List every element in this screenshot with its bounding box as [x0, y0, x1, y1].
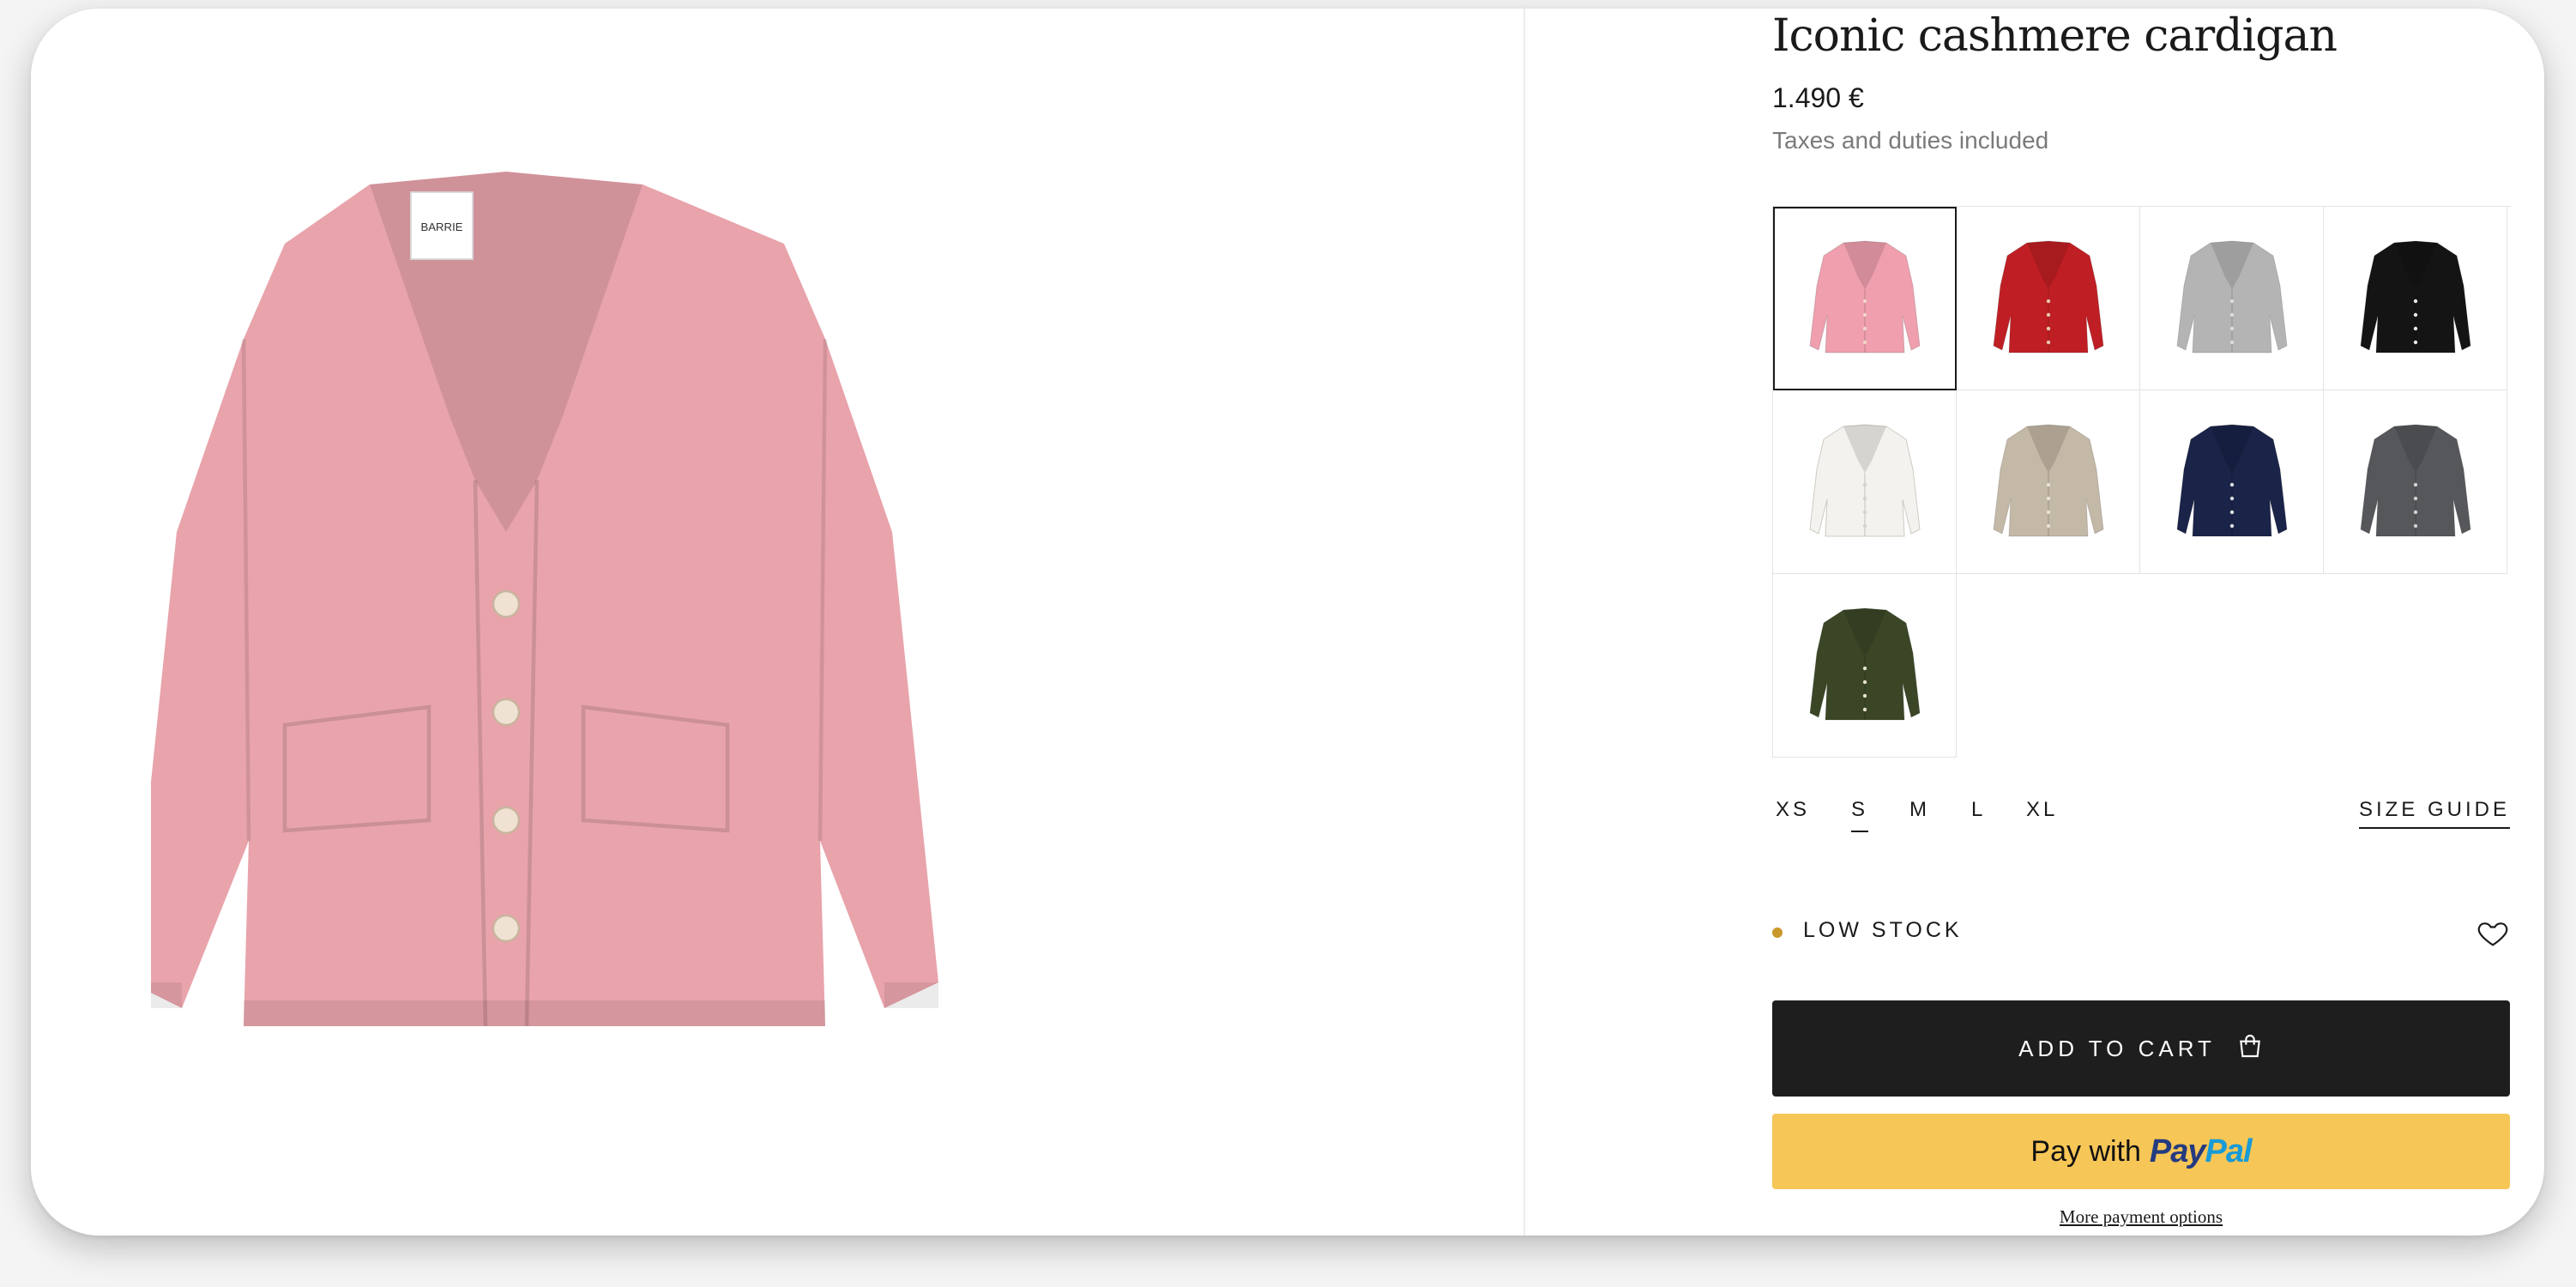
- color-swatch[interactable]: [1773, 390, 1957, 574]
- color-swatch[interactable]: [1773, 207, 1957, 390]
- more-payment-options-link[interactable]: More payment options: [1772, 1206, 2510, 1228]
- paypal-button[interactable]: Pay with PayPal: [1772, 1114, 2510, 1189]
- size-option-xs[interactable]: XS: [1776, 798, 1810, 831]
- cardigan-thumbnail: [1808, 239, 1921, 353]
- hero-brand-label-text: BARRIE: [420, 221, 462, 233]
- paypal-pay-with: Pay with: [2030, 1134, 2141, 1168]
- size-option-s[interactable]: S: [1851, 798, 1869, 832]
- cardigan-thumbnail: [1808, 423, 1921, 536]
- paypal-logo-pay: Pay: [2149, 1133, 2206, 1169]
- cardigan-thumbnail: [2175, 423, 2288, 536]
- color-swatch[interactable]: [2140, 207, 2324, 390]
- cardigan-thumbnail: [2175, 239, 2288, 353]
- color-swatch[interactable]: [2324, 207, 2507, 390]
- color-swatch-grid: [1772, 206, 2511, 758]
- product-media: BARRIE: [31, 9, 1523, 1236]
- size-option-l[interactable]: L: [1971, 798, 1986, 831]
- stock-label: LOW STOCK: [1803, 918, 1963, 942]
- product-title: Iconic cashmere cardigan: [1772, 10, 2338, 62]
- product-info-panel: Iconic cashmere cardigan 1.490 € Taxes a…: [1772, 9, 2511, 1236]
- shopping-bag-icon: [2236, 1032, 2264, 1066]
- tax-note: Taxes and duties included: [1772, 127, 2049, 154]
- cardigan-thumbnail: [2359, 423, 2471, 536]
- stock-status: LOW STOCK: [1772, 916, 2510, 959]
- size-option-xl[interactable]: XL: [2026, 798, 2058, 831]
- wishlist-heart-icon[interactable]: [2476, 916, 2510, 951]
- browser-window: BARRIE Iconic cashmere cardigan 1.490 € …: [31, 9, 2544, 1236]
- color-swatch[interactable]: [1957, 390, 2140, 574]
- size-selector: SIZE GUIDE XS S M L XL: [1772, 798, 2510, 841]
- color-swatch[interactable]: [1773, 574, 1957, 758]
- cardigan-thumbnail: [1992, 239, 2104, 353]
- product-price: 1.490 €: [1772, 82, 1864, 113]
- paypal-logo-pal: Pal: [2205, 1133, 2253, 1169]
- size-option-m[interactable]: M: [1909, 798, 1930, 831]
- color-swatch[interactable]: [2140, 390, 2324, 574]
- add-to-cart-button[interactable]: ADD TO CART: [1772, 1000, 2510, 1097]
- paypal-logo: PayPal: [2149, 1133, 2253, 1170]
- color-swatch[interactable]: [1957, 207, 2140, 390]
- panel-divider: [1523, 9, 1525, 1236]
- product-hero-image: BARRIE: [151, 172, 938, 1027]
- cardigan-thumbnail: [1992, 423, 2104, 536]
- stock-indicator-dot: [1772, 927, 1783, 938]
- cardigan-thumbnail: [1808, 607, 1921, 720]
- cardigan-thumbnail: [2359, 239, 2471, 353]
- add-to-cart-label: ADD TO CART: [2018, 1035, 2216, 1061]
- size-guide-link[interactable]: SIZE GUIDE: [2358, 798, 2510, 829]
- color-swatch[interactable]: [2324, 390, 2507, 574]
